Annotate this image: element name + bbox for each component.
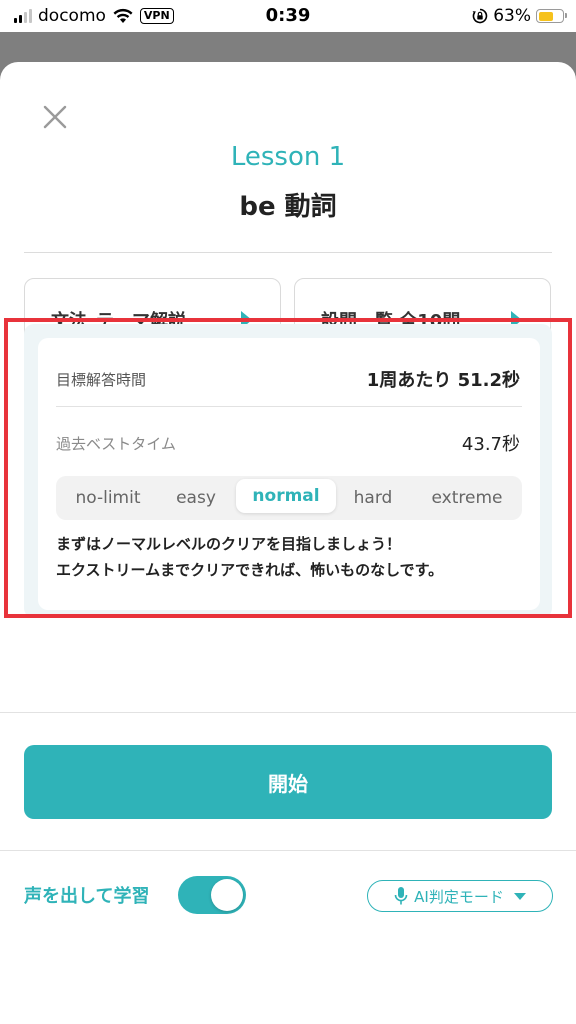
status-bar: docomo VPN 0:39 63% xyxy=(0,0,576,32)
highlight-frame xyxy=(4,318,572,618)
ai-mode-dropdown[interactable]: AI判定モード xyxy=(367,880,553,912)
lesson-title: be 動詞 xyxy=(239,192,337,222)
start-button[interactable]: 開始 xyxy=(24,745,552,819)
voice-learning-toggle[interactable] xyxy=(178,876,246,914)
battery-percent: 63% xyxy=(493,6,531,26)
battery-fill xyxy=(538,11,553,21)
voice-learning-label: 声を出して学習 xyxy=(24,886,150,907)
lesson-number: Lesson 1 xyxy=(230,142,346,172)
status-right: 63% xyxy=(472,6,567,26)
battery-icon xyxy=(536,9,567,23)
ai-mode-label: AI判定モード xyxy=(414,887,504,906)
caret-down-icon xyxy=(513,892,526,900)
orientation-lock-icon xyxy=(472,8,488,24)
toggle-knob xyxy=(211,879,243,911)
divider xyxy=(24,252,552,253)
microphone-icon xyxy=(394,887,408,905)
close-icon[interactable] xyxy=(40,102,70,132)
divider xyxy=(0,850,576,851)
divider xyxy=(0,712,576,713)
